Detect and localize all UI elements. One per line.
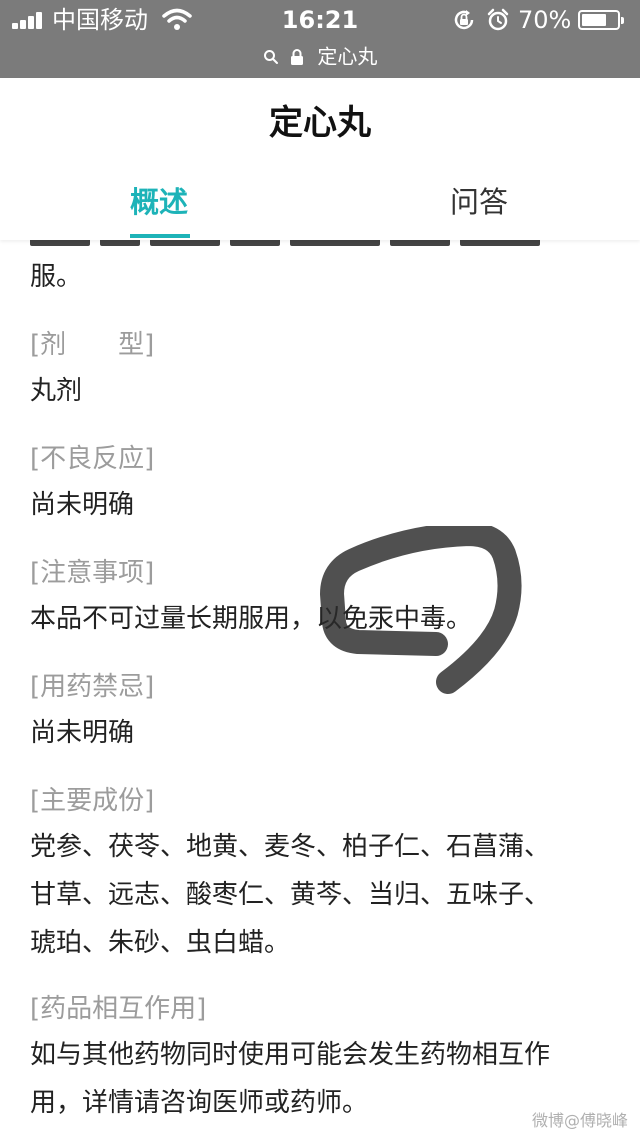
page-header: 定心丸 概述 问答 bbox=[0, 78, 640, 240]
section-text-precautions: 本品不可过量长期服用，以免汞中毒。 bbox=[30, 604, 473, 634]
section-heading-precautions: [注意事项] bbox=[30, 558, 155, 588]
search-icon bbox=[263, 49, 278, 64]
rotation-lock-icon bbox=[454, 10, 474, 30]
section-heading-adverse-reactions: [不良反应] bbox=[30, 444, 155, 474]
section-text-interactions-line1: 如与其他药物同时使用可能会发生药物相互作 bbox=[30, 1040, 551, 1070]
padlock-icon bbox=[291, 48, 303, 65]
status-row: 中国移动 16:21 70% bbox=[0, 0, 640, 40]
section-text-contraindications: 尚未明确 bbox=[30, 718, 135, 748]
page-title: 定心丸 bbox=[269, 103, 371, 143]
status-bar: 中国移动 16:21 70% 定心丸 bbox=[0, 0, 640, 78]
section-text-ingredients-line2: 甘草、远志、酸枣仁、黄芩、当归、五味子、 bbox=[30, 880, 551, 910]
alarm-icon bbox=[487, 8, 509, 31]
weibo-watermark: 微博@傅晓峰 bbox=[531, 1111, 628, 1130]
battery-icon bbox=[578, 10, 624, 30]
lead-text: 服。 bbox=[30, 262, 83, 292]
url-bar[interactable]: 定心丸 bbox=[0, 40, 640, 70]
battery-percent: 70% bbox=[518, 6, 572, 34]
section-text-dosage-form: 丸剂 bbox=[30, 376, 83, 406]
section-text-ingredients-line3: 琥珀、朱砂、虫白蜡。 bbox=[30, 928, 291, 958]
section-heading-dosage-form: [剂 型] bbox=[30, 330, 155, 360]
section-heading-interactions: [药品相互作用] bbox=[30, 994, 207, 1024]
section-text-interactions-line2: 用，详情请咨询医师或药师。 bbox=[30, 1088, 369, 1118]
section-text-ingredients-line1: 党参、茯苓、地黄、麦冬、柏子仁、石菖蒲、 bbox=[30, 832, 551, 862]
section-heading-contraindications: [用药禁忌] bbox=[30, 672, 155, 702]
scrolled-text-fragment bbox=[30, 240, 610, 246]
active-tab-indicator bbox=[130, 234, 190, 238]
tab-overview[interactable]: 概述 bbox=[130, 182, 188, 222]
content-area[interactable]: 服。 [剂 型] 丸剂 [不良反应] 尚未明确 [注意事项] 本品不可过量长期服… bbox=[0, 240, 640, 1136]
section-text-adverse-reactions: 尚未明确 bbox=[30, 490, 135, 520]
tab-qa[interactable]: 问答 bbox=[450, 182, 508, 222]
section-heading-ingredients: [主要成份] bbox=[30, 786, 155, 816]
url-text: 定心丸 bbox=[317, 44, 378, 69]
